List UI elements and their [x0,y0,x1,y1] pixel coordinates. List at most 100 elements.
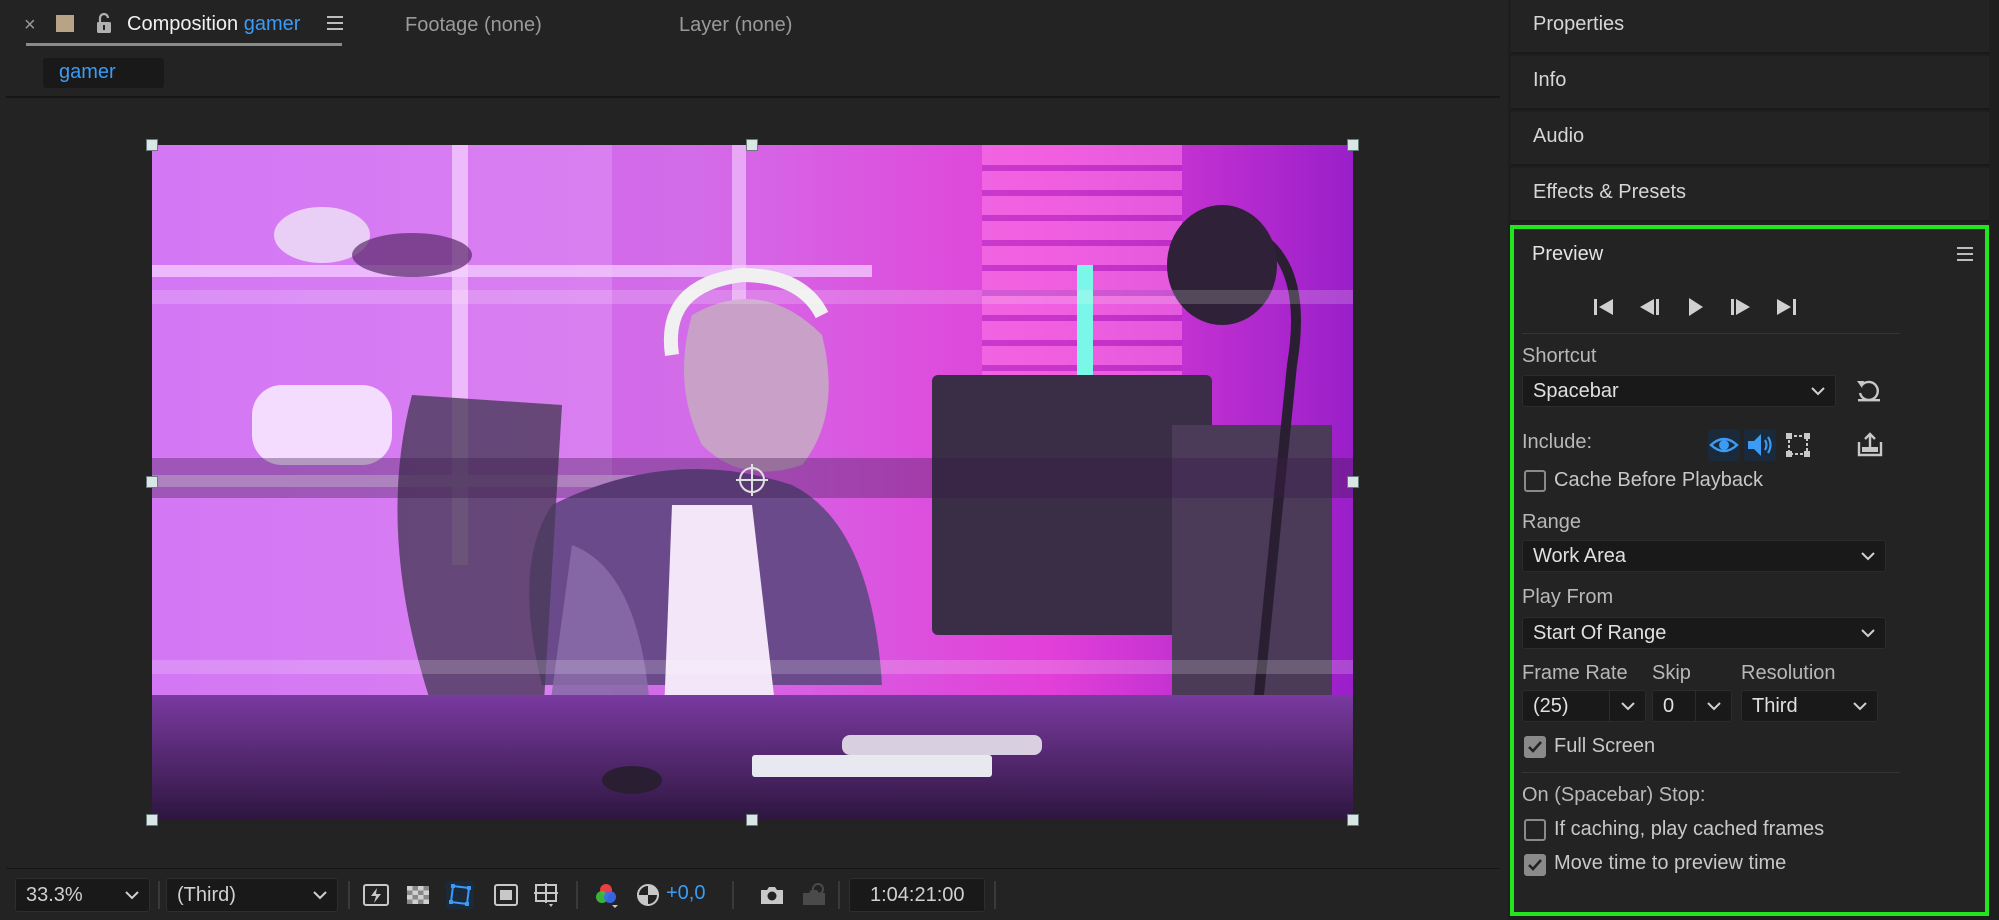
chevron-down-icon [1853,702,1867,711]
preview-resolution-dropdown[interactable]: Third [1741,690,1878,722]
layer-handle-middle-right[interactable] [1347,476,1359,488]
skip-value: 0 [1663,695,1675,717]
tab-composition-name: gamer [243,13,301,35]
include-label: Include: [1522,431,1593,453]
tab-composition[interactable]: Composition gamer [127,13,300,36]
divider [576,881,578,909]
external-video-toggle[interactable] [1854,429,1886,461]
play-from-value: Start Of Range [1533,622,1667,644]
full-screen-checkbox[interactable] [1524,736,1546,758]
close-tab-icon[interactable]: × [24,14,36,37]
next-frame-icon[interactable] [1726,293,1756,321]
panel-menu-icon[interactable] [327,16,343,30]
divider [732,881,734,909]
frame-rate-value: (25) [1533,695,1569,717]
divider [158,881,160,909]
composition-panel: × Composition gamer Footage (none) Layer… [6,0,1500,920]
range-dropdown[interactable]: Work Area [1522,540,1886,572]
exposure-value[interactable]: +0,0 [666,882,705,905]
divider [1695,691,1696,721]
unlock-icon[interactable] [94,12,114,34]
if-caching-checkbox[interactable] [1524,819,1546,841]
layer-handle-top-left[interactable] [146,139,158,151]
eye-icon [1709,437,1739,453]
frame-rate-label: Frame Rate [1522,662,1628,684]
shortcut-label: Shortcut [1522,345,1597,367]
current-time-display[interactable]: 1:04:21:00 [849,878,985,912]
skip-dropdown[interactable]: 0 [1652,690,1732,722]
on-stop-label: On (Spacebar) Stop: [1522,784,1706,806]
divider [1522,772,1900,773]
chevron-down-icon [313,891,327,900]
grid-guides-icon[interactable] [532,881,560,909]
preview-panel: Preview Shortcut Spacebar Include: Cache… [1510,225,1989,916]
frame-rate-dropdown[interactable]: (25) [1522,690,1646,722]
divider [1609,691,1610,721]
last-frame-icon[interactable] [1771,293,1801,321]
tab-footage[interactable]: Footage (none) [405,14,542,37]
chevron-down-icon [1621,702,1635,711]
panel-menu-icon[interactable] [1957,247,1973,261]
preview-panel-title: Preview [1532,243,1604,265]
move-time-label: Move time to preview time [1554,852,1787,874]
tab-layer[interactable]: Layer (none) [679,14,792,37]
overlays-icon [1786,433,1810,457]
include-video-toggle[interactable] [1708,429,1740,461]
composition-frame-image[interactable] [152,145,1353,820]
play-icon[interactable] [1680,293,1710,321]
layer-handle-middle-left[interactable] [146,476,158,488]
region-of-interest-icon[interactable] [492,881,520,909]
color-channels-icon[interactable] [592,881,620,909]
chevron-down-icon [1861,552,1875,561]
chevron-down-icon [1707,702,1721,711]
label-color-swatch[interactable] [56,15,74,32]
first-frame-icon[interactable] [1589,293,1619,321]
layer-handle-bottom-left[interactable] [146,814,158,826]
chevron-down-icon [125,891,139,900]
move-time-checkbox[interactable] [1524,854,1546,876]
cache-before-playback-label: Cache Before Playback [1554,469,1764,491]
info-panel-header[interactable]: Info [1511,56,1989,110]
transparency-grid-icon[interactable] [404,881,432,909]
effects-presets-panel-header[interactable]: Effects & Presets [1511,168,1989,222]
export-icon [1857,432,1883,457]
fast-preview-icon[interactable] [362,881,390,909]
magnification-dropdown[interactable]: 33.3% [15,878,150,912]
checkmark-icon [1528,741,1542,753]
show-snapshot-icon[interactable] [800,881,828,909]
play-from-dropdown[interactable]: Start Of Range [1522,617,1886,649]
include-overlays-toggle[interactable] [1782,429,1814,461]
layer-handle-top-right[interactable] [1347,139,1359,151]
resolution-dropdown[interactable]: (Third) [166,878,338,912]
composition-navigator-label: gamer [59,61,116,83]
tab-composition-prefix: Composition [127,13,239,35]
reset-exposure-icon[interactable] [634,881,662,909]
audio-panel-title: Audio [1533,125,1585,147]
skip-label: Skip [1652,662,1691,684]
take-snapshot-icon[interactable] [758,881,786,909]
range-value: Work Area [1533,545,1626,567]
audio-panel-header[interactable]: Audio [1511,112,1989,166]
layer-handle-bottom-right[interactable] [1347,814,1359,826]
preview-resolution-value: Third [1752,695,1798,717]
mask-path-visibility-icon[interactable] [446,881,474,909]
layer-handle-bottom-center[interactable] [746,814,758,826]
play-from-label: Play From [1522,586,1614,608]
shortcut-dropdown[interactable]: Spacebar [1522,375,1836,407]
composition-viewer[interactable] [6,98,1500,868]
speaker-icon [1748,434,1772,456]
full-screen-label: Full Screen [1554,735,1656,757]
right-panel-column: Properties Info Audio Effects & Presets … [1508,0,1999,920]
composition-navigator-item[interactable]: gamer [43,58,164,88]
layer-handle-top-center[interactable] [746,139,758,151]
properties-panel-header[interactable]: Properties [1511,0,1989,54]
previous-frame-icon[interactable] [1634,293,1664,321]
cache-before-playback-checkbox[interactable] [1524,470,1546,492]
reset-shortcut-icon[interactable] [1854,377,1884,405]
checkmark-icon [1528,859,1542,871]
active-tab-indicator [26,43,342,46]
divider [838,881,840,909]
properties-panel-title: Properties [1533,13,1625,35]
include-audio-toggle[interactable] [1744,429,1776,461]
resolution-label: Resolution [1741,662,1836,684]
